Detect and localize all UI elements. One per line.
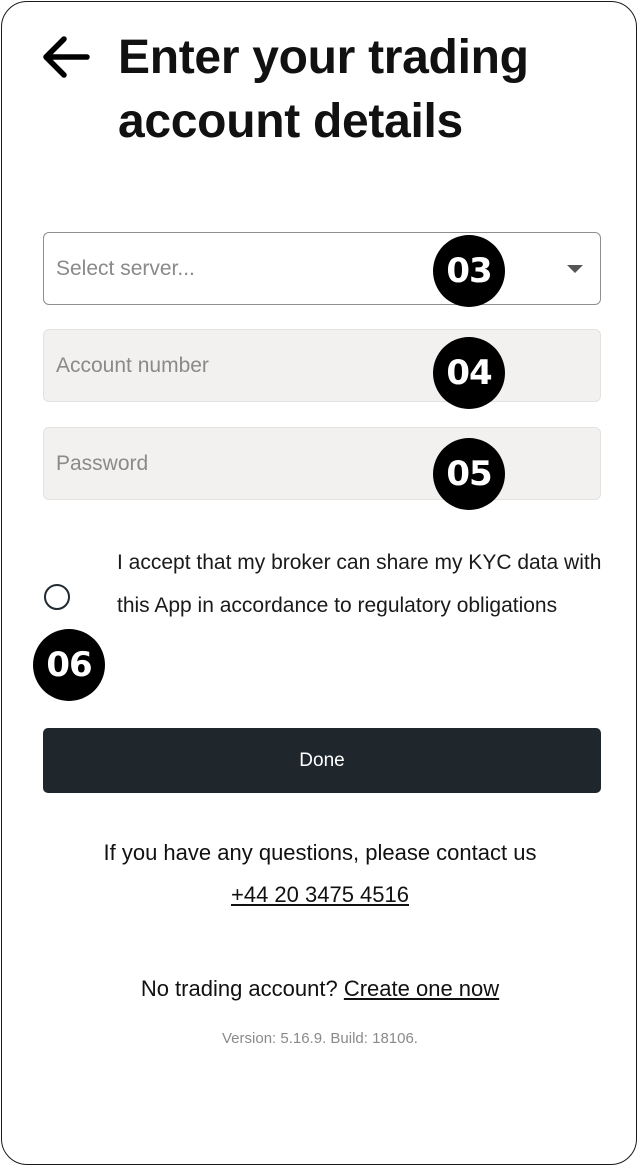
consent-text: I accept that my broker can share my KYC… [117, 551, 602, 617]
chevron-down-icon [567, 265, 583, 273]
page-title: Enter your trading account details [118, 31, 529, 148]
contact-text: If you have any questions, please contac… [103, 840, 537, 865]
done-button[interactable]: Done [43, 728, 601, 793]
create-account-link[interactable]: Create one now [344, 976, 499, 1001]
no-account-text: No trading account? [140, 976, 338, 1001]
step-badge-05: 05 [433, 438, 505, 510]
server-select-placeholder: Select server... [56, 256, 195, 280]
password-field[interactable] [43, 427, 601, 500]
step-badge-06: 06 [33, 629, 105, 701]
server-select[interactable]: Select server... [43, 232, 601, 305]
phone-link[interactable]: +44 20 3475 4516 [2, 882, 636, 908]
no-account-row: No trading account? Create one now [2, 976, 636, 1002]
account-number-field[interactable] [43, 329, 601, 402]
app-screen: Enter your trading account details Selec… [1, 1, 637, 1165]
version-text: Version: 5.16.9. Build: 18106. [222, 1030, 418, 1047]
step-badge-04: 04 [433, 337, 505, 409]
back-button[interactable] [40, 34, 90, 80]
step-badge-03: 03 [433, 235, 505, 307]
consent-radio[interactable] [44, 584, 70, 610]
arrow-left-icon [43, 36, 90, 78]
